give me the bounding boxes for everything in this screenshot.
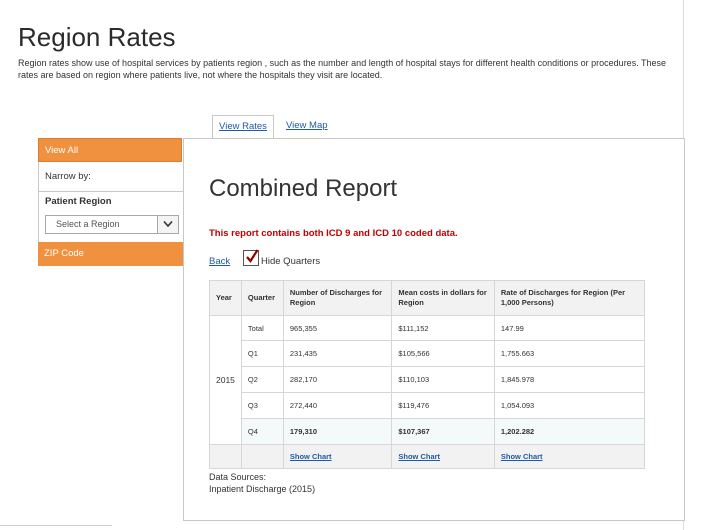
chevron-down-icon <box>163 220 173 228</box>
patient-region-filter: Patient Region Select a Region <box>38 192 184 242</box>
patient-region-label: Patient Region <box>45 196 112 207</box>
quarter-cell: Q4 <box>240 418 284 445</box>
mean-cost-cell: $107,367 <box>391 418 495 445</box>
narrow-by-label: Narrow by: <box>38 162 184 192</box>
view-all-button[interactable]: View All <box>38 138 182 162</box>
show-chart-mean-cost-cell: Show Chart <box>391 444 495 469</box>
empty-cell <box>209 444 242 469</box>
show-chart-discharges-link[interactable]: Show Chart <box>290 452 332 461</box>
report-title: Combined Report <box>209 175 398 202</box>
data-sources: Data Sources: Inpatient Discharge (2015) <box>209 471 315 495</box>
show-chart-discharges-cell: Show Chart <box>282 444 393 469</box>
hide-quarters-label: Hide Quarters <box>261 256 321 267</box>
dropdown-button[interactable] <box>157 216 178 233</box>
data-source-item: Inpatient Discharge (2015) <box>209 484 316 494</box>
rate-cell: 1,755.663 <box>493 340 646 367</box>
page-description: Region rates show use of hospital servic… <box>18 58 667 80</box>
discharges-cell: 272,440 <box>282 392 393 419</box>
checkmark-icon <box>246 249 259 263</box>
table-row: Q2 282,170 $110,103 1,845.978 <box>210 366 646 393</box>
show-chart-rate-cell: Show Chart <box>493 444 646 469</box>
table-row: Q4 179,310 $107,367 1,202.282 <box>210 418 646 445</box>
region-select-value: Select a Region <box>56 219 120 229</box>
tab-view-rates[interactable]: View Rates <box>212 115 274 140</box>
quarter-cell: Q1 <box>240 340 284 367</box>
quarter-cell: Q2 <box>240 366 284 393</box>
mean-cost-cell: $110,103 <box>391 366 495 393</box>
page-title: Region Rates <box>18 22 176 52</box>
report-table: Year Quarter Number of Discharges for Re… <box>209 280 646 469</box>
discharges-cell: 965,355 <box>282 315 393 341</box>
hide-quarters-checkbox[interactable] <box>243 249 259 266</box>
mean-cost-cell: $105,566 <box>391 340 495 367</box>
empty-cell <box>240 444 284 469</box>
rate-cell: 1,202.282 <box>493 418 646 445</box>
table-row: 2015 Total 965,355 $111,152 147.99 <box>209 315 646 445</box>
footer-divider <box>0 525 112 526</box>
discharges-cell: 179,310 <box>282 418 393 445</box>
rate-cell: 147.99 <box>493 315 646 341</box>
column-header: Quarter <box>240 280 284 316</box>
region-select[interactable]: Select a Region <box>45 215 179 234</box>
mean-cost-cell: $111,152 <box>391 315 495 341</box>
quarter-cell: Total <box>240 315 284 341</box>
column-header: Mean costs in dollars for Region <box>391 280 495 316</box>
quarter-cell: Q3 <box>240 392 284 419</box>
show-chart-row: Show Chart Show Chart Show Chart <box>209 444 646 469</box>
column-header: Rate of Discharges for Region (Per 1,000… <box>493 280 646 316</box>
back-link[interactable]: Back <box>209 256 230 267</box>
show-chart-rate-link[interactable]: Show Chart <box>501 452 543 461</box>
tab-view-map[interactable]: View Map <box>286 115 328 138</box>
column-header: Year <box>209 280 242 316</box>
data-sources-label: Data Sources: <box>209 472 267 482</box>
year-cell: 2015 <box>209 315 242 445</box>
table-row: Q1 231,435 $105,566 1,755.663 <box>210 340 646 367</box>
table-row: Q3 272,440 $119,476 1,054.093 <box>210 392 646 419</box>
table-header-row: Year Quarter Number of Discharges for Re… <box>209 280 646 316</box>
rate-cell: 1,054.093 <box>493 392 646 419</box>
report-note: This report contains both ICD 9 and ICD … <box>209 228 458 239</box>
show-chart-mean-cost-link[interactable]: Show Chart <box>398 452 440 461</box>
column-header: Number of Discharges for Region <box>282 280 393 316</box>
zip-code-button[interactable]: ZIP Code <box>38 242 184 266</box>
discharges-cell: 282,170 <box>282 366 393 393</box>
mean-cost-cell: $119,476 <box>391 392 495 419</box>
rate-cell: 1,845.978 <box>493 366 646 393</box>
discharges-cell: 231,435 <box>282 340 393 367</box>
